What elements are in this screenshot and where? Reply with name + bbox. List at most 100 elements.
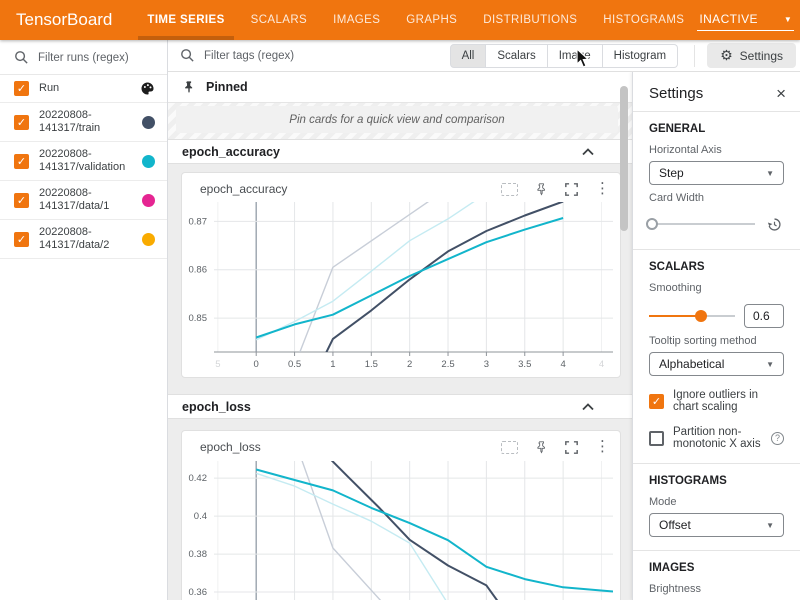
- chart-card-epoch-loss: epoch_loss ⋮ 0.360.380.40.4200.511.522.5…: [181, 430, 621, 600]
- palette-icon[interactable]: [140, 81, 155, 96]
- settings-section-images: IMAGES Brightness Contrast: [633, 551, 800, 600]
- svg-text:4: 4: [599, 359, 604, 370]
- svg-text:0: 0: [254, 359, 259, 370]
- reset-icon[interactable]: [764, 214, 784, 234]
- reload-status-select[interactable]: INACTIVE ▼: [697, 9, 794, 31]
- epoch-accuracy-line-chart[interactable]: 0.850.860.8700.511.522.533.5454: [182, 196, 621, 374]
- runs-filter-row: [0, 40, 167, 75]
- settings-panel-title: Settings: [649, 85, 703, 102]
- horizontal-axis-select[interactable]: Step ▼: [649, 161, 784, 185]
- chevron-down-icon: ▼: [766, 360, 774, 369]
- fit-to-data-icon[interactable]: [501, 441, 518, 454]
- app-header: TensorBoard TIME SERIES SCALARS IMAGES G…: [0, 0, 800, 40]
- pin-outline-icon[interactable]: [535, 440, 548, 454]
- fullscreen-icon[interactable]: [565, 183, 578, 196]
- fullscreen-icon[interactable]: [565, 441, 578, 454]
- tag-filter-input[interactable]: [204, 50, 404, 62]
- search-icon: [14, 50, 29, 65]
- plugin-filter-group: All Scalars Image Histogram: [450, 44, 679, 68]
- partition-x-axis-checkbox[interactable]: [649, 431, 664, 446]
- settings-panel: Settings × GENERAL Horizontal Axis Step …: [632, 72, 800, 600]
- smoothing-value-input[interactable]: [744, 304, 784, 328]
- mode-label: Mode: [649, 496, 784, 508]
- run-label: 20220808-141317/validation: [39, 148, 133, 174]
- runs-column-label: Run: [39, 82, 133, 95]
- tab-distributions[interactable]: DISTRIBUTIONS: [470, 0, 590, 40]
- tab-time-series[interactable]: TIME SERIES: [134, 0, 237, 40]
- run-row[interactable]: ✓ 20220808-141317/data/1: [0, 181, 167, 220]
- slider-thumb[interactable]: [646, 218, 658, 230]
- ignore-outliers-checkbox[interactable]: ✓: [649, 394, 664, 409]
- chevron-up-icon[interactable]: [582, 403, 594, 411]
- run-checkbox[interactable]: ✓: [14, 115, 29, 130]
- svg-text:0.5: 0.5: [288, 359, 301, 370]
- smoothing-slider[interactable]: [649, 309, 735, 323]
- select-all-runs-checkbox[interactable]: ✓: [14, 81, 29, 96]
- svg-text:1: 1: [330, 359, 335, 370]
- run-row[interactable]: ✓ 20220808-141317/train: [0, 103, 167, 142]
- card-header: epoch_loss ⋮: [182, 431, 620, 454]
- card-width-label: Card Width: [649, 192, 784, 204]
- epoch-loss-line-chart[interactable]: 0.360.380.40.4200.511.522.533.5454: [182, 454, 621, 600]
- tab-scalars[interactable]: SCALARS: [238, 0, 321, 40]
- run-row[interactable]: ✓ 20220808-141317/validation: [0, 142, 167, 181]
- fit-to-data-icon[interactable]: [501, 183, 518, 196]
- settings-button[interactable]: ⚙ Settings: [707, 43, 796, 68]
- tensorboard-app: TensorBoard TIME SERIES SCALARS IMAGES G…: [0, 0, 800, 600]
- run-label: 20220808-141317/train: [39, 109, 133, 135]
- card-header: epoch_accuracy ⋮: [182, 173, 620, 196]
- slider-thumb[interactable]: [695, 310, 707, 322]
- more-options-icon[interactable]: ⋮: [595, 442, 610, 452]
- help-icon[interactable]: ?: [771, 432, 784, 445]
- run-checkbox[interactable]: ✓: [14, 232, 29, 247]
- filter-image-button[interactable]: Image: [548, 44, 603, 68]
- ignore-outliers-row[interactable]: ✓ Ignore outliers in chart scaling: [649, 389, 784, 413]
- pin-hint: Pin cards for a quick view and compariso…: [176, 106, 618, 133]
- run-checkbox[interactable]: ✓: [14, 193, 29, 208]
- chevron-up-icon[interactable]: [582, 148, 594, 156]
- settings-panel-header: Settings ×: [633, 72, 800, 111]
- filter-scalars-button[interactable]: Scalars: [486, 44, 547, 68]
- tab-graphs[interactable]: GRAPHS: [393, 0, 470, 40]
- section-header-epoch-loss[interactable]: epoch_loss: [168, 394, 632, 419]
- vertical-scrollbar[interactable]: [620, 86, 628, 231]
- tooltip-sorting-label: Tooltip sorting method: [649, 335, 784, 347]
- section-heading: HISTOGRAMS: [649, 475, 784, 487]
- runs-filter-input[interactable]: [38, 52, 148, 64]
- card-width-slider[interactable]: [649, 217, 755, 231]
- top-nav: TIME SERIES SCALARS IMAGES GRAPHS DISTRI…: [134, 0, 697, 40]
- svg-text:0.4: 0.4: [194, 511, 207, 522]
- pin-icon: [182, 80, 196, 94]
- svg-text:4: 4: [560, 359, 565, 370]
- chevron-down-icon: ▼: [766, 521, 774, 530]
- chevron-down-icon: ▼: [784, 15, 792, 24]
- svg-text:0.86: 0.86: [189, 265, 208, 276]
- pin-outline-icon[interactable]: [535, 182, 548, 196]
- chevron-down-icon: ▼: [766, 169, 774, 178]
- tooltip-sorting-select[interactable]: Alphabetical ▼: [649, 352, 784, 376]
- tag-filter-toolbar: All Scalars Image Histogram ⚙ Settings: [168, 40, 800, 72]
- run-label: 20220808-141317/data/2: [39, 226, 133, 252]
- close-icon[interactable]: ×: [776, 87, 786, 101]
- brightness-label: Brightness: [649, 583, 784, 595]
- run-label: 20220808-141317/data/1: [39, 187, 133, 213]
- tab-histograms[interactable]: HISTOGRAMS: [590, 0, 697, 40]
- run-row[interactable]: ✓ 20220808-141317/data/2: [0, 220, 167, 259]
- histogram-mode-select[interactable]: Offset ▼: [649, 513, 784, 537]
- settings-section-histograms: HISTOGRAMS Mode Offset ▼: [633, 464, 800, 550]
- settings-section-general: GENERAL Horizontal Axis Step ▼ Card Widt…: [633, 112, 800, 249]
- more-options-icon[interactable]: ⋮: [595, 184, 610, 194]
- section-title: epoch_accuracy: [182, 145, 280, 159]
- filter-all-button[interactable]: All: [450, 44, 487, 68]
- section-header-epoch-accuracy[interactable]: epoch_accuracy: [168, 139, 632, 164]
- filter-histogram-button[interactable]: Histogram: [603, 44, 678, 68]
- section-heading: IMAGES: [649, 562, 784, 574]
- run-checkbox[interactable]: ✓: [14, 154, 29, 169]
- section-heading: SCALARS: [649, 261, 784, 273]
- tab-images[interactable]: IMAGES: [320, 0, 393, 40]
- section-heading: GENERAL: [649, 123, 784, 135]
- svg-text:2: 2: [407, 359, 412, 370]
- header-actions: INACTIVE ▼ ↻ ⚙ ?: [697, 9, 800, 31]
- partition-x-axis-row[interactable]: Partition non-monotonic X axis ?: [649, 426, 784, 450]
- pinned-header: Pinned: [168, 72, 632, 103]
